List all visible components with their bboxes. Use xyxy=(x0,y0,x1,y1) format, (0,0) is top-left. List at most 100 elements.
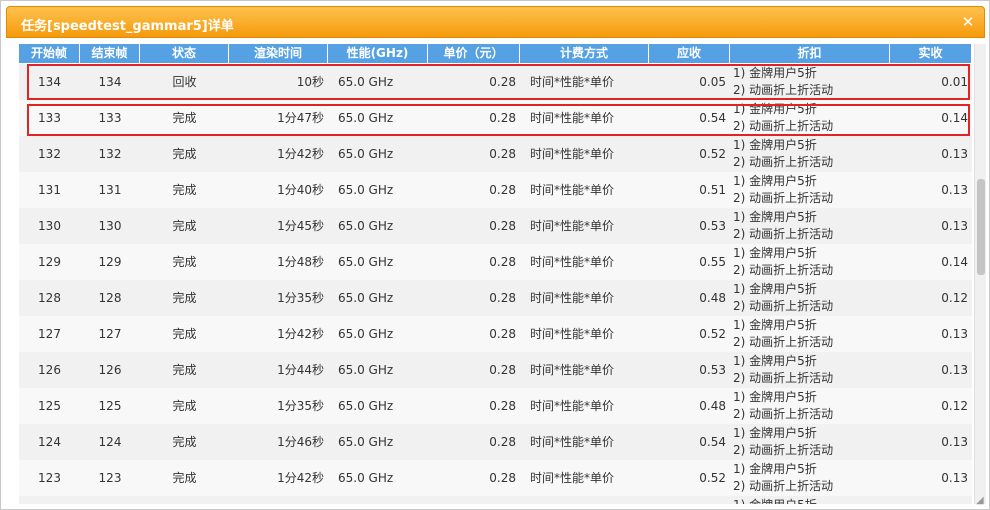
cell-due: 0.54 xyxy=(699,111,726,125)
cell-paid: 0.01 xyxy=(941,75,968,89)
discount-line-1: 1) 金牌用户5折 xyxy=(733,497,890,504)
cell-status: 完成 xyxy=(172,111,197,125)
dialog-titlebar[interactable]: 任务[speedtest_gammar5]详单 ✕ xyxy=(6,6,985,38)
column-header-end[interactable]: 结束帧 xyxy=(80,44,140,63)
cell-perf: 65.0 GHz xyxy=(338,363,394,377)
table-row[interactable]: 125 125 完成 1分35秒 65.0 GHz 0.28 时间*性能*单价 0.48 1) … xyxy=(19,388,972,424)
table-row[interactable]: 132 132 完成 1分42秒 65.0 GHz 0.28 时间*性能*单价 0.52 1) … xyxy=(19,136,972,172)
cell-end: 133 xyxy=(98,111,122,125)
discount-line-2: 2) 动画折上折活动 xyxy=(733,335,834,349)
cell-billing: 时间*性能*单价 xyxy=(530,435,615,449)
cell-start: 127 xyxy=(38,327,61,341)
table-row[interactable]: 123 123 完成 1分42秒 65.0 GHz 0.28 时间*性能*单价 0.52 1) … xyxy=(19,460,972,496)
cell-price: 0.28 xyxy=(489,183,516,197)
cell-billing xyxy=(520,496,649,504)
discount-line-2: 2) 动画折上折活动 xyxy=(733,407,834,421)
cell-time: 1分35秒 xyxy=(277,291,324,305)
cell-status: 完成 xyxy=(172,471,197,485)
cell-start: 125 xyxy=(38,399,61,413)
table-row[interactable]: 124 124 完成 1分46秒 65.0 GHz 0.28 时间*性能*单价 0.54 1) … xyxy=(19,424,972,460)
column-header-status[interactable]: 状态 xyxy=(140,44,229,63)
cell-end: 130 xyxy=(98,219,122,233)
cell-billing: 时间*性能*单价 xyxy=(530,75,615,89)
cell-paid: 0.13 xyxy=(941,327,968,341)
discount-cell: 1) 金牌用户5折 2) 动画折上折活动 xyxy=(730,136,890,172)
discount-line-2: 2) 动画折上折活动 xyxy=(733,155,834,169)
cell-price: 0.28 xyxy=(489,399,516,413)
cell-start: 130 xyxy=(38,219,61,233)
cell-price: 0.28 xyxy=(489,255,516,269)
cell-perf: 65.0 GHz xyxy=(338,147,394,161)
column-header-start[interactable]: 开始帧 xyxy=(19,44,80,63)
column-header-due[interactable]: 应收 xyxy=(649,44,730,63)
cell-due: 0.48 xyxy=(699,399,726,413)
close-icon[interactable]: ✕ xyxy=(960,13,976,31)
cell-due xyxy=(649,496,730,504)
cell-start: 134 xyxy=(38,75,61,89)
cell-status: 完成 xyxy=(172,183,197,197)
cell-status xyxy=(140,496,229,504)
discount-line-1: 1) 金牌用户5折 xyxy=(733,390,817,404)
cell-due: 0.53 xyxy=(699,363,726,377)
cell-price: 0.28 xyxy=(489,363,516,377)
cell-perf: 65.0 GHz xyxy=(338,327,394,341)
table-row[interactable]: 128 128 完成 1分35秒 65.0 GHz 0.28 时间*性能*单价 0.48 1) … xyxy=(19,280,972,316)
cell-perf: 65.0 GHz xyxy=(338,75,394,89)
cell-billing: 时间*性能*单价 xyxy=(530,327,615,341)
vertical-scrollbar[interactable] xyxy=(974,44,986,504)
column-header-perf[interactable]: 性能(GHz) xyxy=(328,44,428,63)
table-row[interactable]: 130 130 完成 1分45秒 65.0 GHz 0.28 时间*性能*单价 0.53 1) … xyxy=(19,208,972,244)
cell-end: 125 xyxy=(98,399,122,413)
cell-price: 0.28 xyxy=(489,291,516,305)
column-header-time[interactable]: 渲染时间 xyxy=(229,44,328,63)
cell-end: 134 xyxy=(98,75,122,89)
discount-cell: 1) 金牌用户5折 2) 动画折上折活动 xyxy=(730,100,890,136)
discount-line-2: 2) 动画折上折活动 xyxy=(733,299,834,313)
cell-start: 126 xyxy=(38,363,61,377)
cell-time: 1分45秒 xyxy=(277,219,324,233)
table-row[interactable]: 134 134 回收 10秒 65.0 GHz 0.28 时间*性能*单价 0.05 1) 金牌… xyxy=(19,64,972,100)
cell-billing: 时间*性能*单价 xyxy=(530,471,615,485)
table-row[interactable]: 1) 金牌用户5折 xyxy=(19,496,972,504)
cell-price xyxy=(428,496,520,504)
scrollbar-thumb[interactable] xyxy=(977,179,985,275)
cell-time: 1分42秒 xyxy=(277,327,324,341)
discount-line-1: 1) 金牌用户5折 xyxy=(733,246,817,260)
discount-line-2: 2) 动画折上折活动 xyxy=(733,191,834,205)
cell-paid: 0.12 xyxy=(941,291,968,305)
cell-price: 0.28 xyxy=(489,471,516,485)
table-row[interactable]: 131 131 完成 1分40秒 65.0 GHz 0.28 时间*性能*单价 0.51 1) … xyxy=(19,172,972,208)
table-row[interactable]: 133 133 完成 1分47秒 65.0 GHz 0.28 时间*性能*单价 0.54 1) … xyxy=(19,100,972,136)
cell-billing: 时间*性能*单价 xyxy=(530,399,615,413)
cell-paid: 0.13 xyxy=(941,471,968,485)
column-header-paid[interactable]: 实收 xyxy=(890,44,972,63)
cell-perf: 65.0 GHz xyxy=(338,111,394,125)
table-row[interactable]: 129 129 完成 1分48秒 65.0 GHz 0.28 时间*性能*单价 0.55 1) … xyxy=(19,244,972,280)
cell-billing: 时间*性能*单价 xyxy=(530,291,615,305)
cell-time: 10秒 xyxy=(296,75,324,89)
task-detail-dialog: 任务[speedtest_gammar5]详单 ✕ 开始帧 结束帧 状态 渲染时间 性能… xyxy=(0,0,990,510)
column-header-billing[interactable]: 计费方式 xyxy=(520,44,649,63)
cell-time: 1分48秒 xyxy=(277,255,324,269)
cell-time: 1分35秒 xyxy=(277,399,324,413)
cell-end: 131 xyxy=(98,183,122,197)
column-header-disc[interactable]: 折扣 xyxy=(730,44,890,63)
task-detail-table: 开始帧 结束帧 状态 渲染时间 性能(GHz) 单价（元） 计费方式 应收 折扣 实收 134 13… xyxy=(19,44,972,504)
cell-paid: 0.14 xyxy=(941,111,968,125)
table-row[interactable]: 126 126 完成 1分44秒 65.0 GHz 0.28 时间*性能*单价 0.53 1) … xyxy=(19,352,972,388)
column-header-price[interactable]: 单价（元） xyxy=(428,44,520,63)
cell-time: 1分42秒 xyxy=(277,471,324,485)
table-row[interactable]: 127 127 完成 1分42秒 65.0 GHz 0.28 时间*性能*单价 0.52 1) … xyxy=(19,316,972,352)
cell-paid: 0.13 xyxy=(941,363,968,377)
cell-due: 0.54 xyxy=(699,435,726,449)
cell-time xyxy=(229,496,328,504)
cell-billing: 时间*性能*单价 xyxy=(530,183,615,197)
discount-cell: 1) 金牌用户5折 2) 动画折上折活动 xyxy=(730,424,890,460)
discount-cell: 1) 金牌用户5折 2) 动画折上折活动 xyxy=(730,172,890,208)
cell-end: 129 xyxy=(98,255,122,269)
discount-cell: 1) 金牌用户5折 2) 动画折上折活动 xyxy=(730,460,890,496)
cell-start: 133 xyxy=(38,111,61,125)
cell-price: 0.28 xyxy=(489,75,516,89)
resize-grip-icon[interactable]: ◢ xyxy=(976,496,986,506)
cell-end: 123 xyxy=(98,471,122,485)
